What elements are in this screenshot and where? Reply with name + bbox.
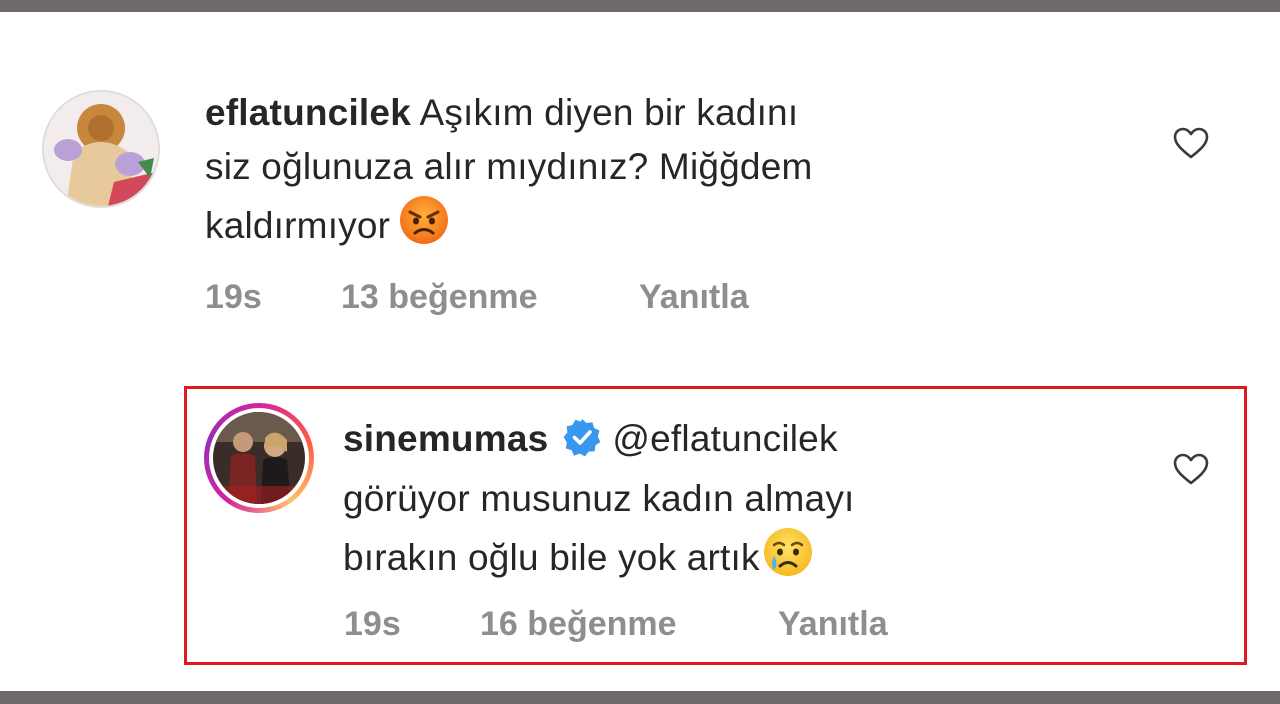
reply-button[interactable]: Yanıtla <box>639 278 749 317</box>
username-eflatuncilek[interactable]: eflatuncilek <box>205 92 411 133</box>
comment-time: 19s <box>205 278 262 316</box>
angry-face-icon <box>398 194 450 261</box>
avatar-sinemumas[interactable] <box>213 412 305 504</box>
comment-text-sinemumas: sinemumas @eflatuncilek görüyor musunuz … <box>343 412 1223 593</box>
username-sinemumas[interactable]: sinemumas <box>343 418 548 459</box>
comment-line-2: siz oğlunuza alır mıydınız? Miğğdem <box>205 146 813 187</box>
mention-link[interactable]: @eflatuncilek <box>612 418 837 459</box>
comment-line-3: bırakın oğlu bile yok artık <box>343 537 760 578</box>
like-heart-icon[interactable] <box>1172 126 1210 160</box>
top-frame-bar <box>0 0 1280 12</box>
comment-meta-sinemumas: 19s 16 beğenme Yanıtla <box>344 605 1044 645</box>
avatar-eflatuncilek[interactable] <box>42 90 160 208</box>
crying-face-icon <box>762 526 814 593</box>
comment-line-3: kaldırmıyor <box>205 205 391 246</box>
like-heart-icon[interactable] <box>1172 452 1210 486</box>
likes-count-button[interactable]: 13 beğenme <box>341 278 538 317</box>
comment-line-1: Aşıkım diyen bir kadını <box>419 92 799 133</box>
comment-meta-eflatuncilek: 19s 13 beğenme Yanıtla <box>205 278 905 318</box>
comment-text-eflatuncilek: eflatuncilek Aşıkım diyen bir kadını siz… <box>205 86 1105 261</box>
reply-button[interactable]: Yanıtla <box>778 605 888 644</box>
verified-badge-icon <box>562 417 602 472</box>
bottom-frame-bar <box>0 691 1280 704</box>
avatar-illustration-icon <box>44 92 158 206</box>
avatar-photo-icon <box>213 412 305 504</box>
comment-line-2: görüyor musunuz kadın almayı <box>343 478 855 519</box>
likes-count-button[interactable]: 16 beğenme <box>480 605 677 644</box>
comment-time: 19s <box>344 605 401 643</box>
